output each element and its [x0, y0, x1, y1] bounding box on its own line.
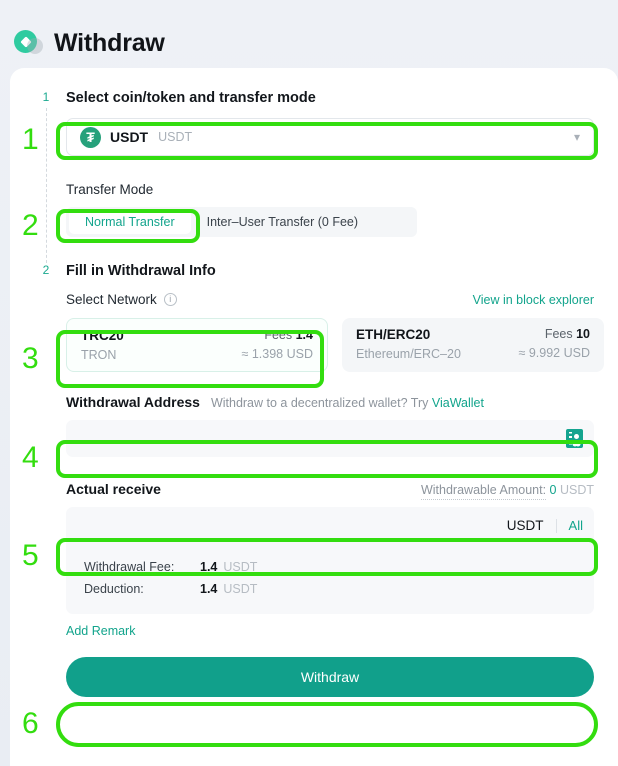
coin-symbol: USDT — [110, 129, 149, 145]
mexc-diamond-logo-icon — [14, 30, 44, 56]
withdraw-button[interactable]: Withdraw — [66, 657, 594, 697]
network-fee-prefix: Fees — [264, 328, 293, 342]
amount-input[interactable]: USDT All — [66, 507, 594, 544]
fee-key: Deduction: — [84, 582, 144, 596]
withdrawable-amount-label: Withdrawable Amount: — [420, 483, 547, 500]
network-card-eth-erc20[interactable]: ETH/ERC20 Ethereum/ERC–20 Fees 10 ≈ 9.99… — [342, 318, 604, 372]
tab-inter-user-transfer[interactable]: Inter–User Transfer (0 Fee) — [191, 210, 374, 234]
coin-select-dropdown[interactable]: ₮ USDT USDT ▾ — [66, 118, 594, 156]
add-remark-link[interactable]: Add Remark — [66, 624, 135, 638]
fee-row-withdrawal: Withdrawal Fee: 1.4 USDT — [84, 556, 576, 578]
page-title: Withdraw — [54, 28, 165, 57]
network-fee-prefix: Fees — [544, 327, 573, 341]
chevron-down-icon[interactable]: ▾ — [574, 131, 580, 143]
fee-unit: USDT — [223, 560, 258, 574]
withdrawable-amount-value: 0 — [549, 483, 557, 497]
withdrawal-address-header: Withdrawal Address Withdraw to a decentr… — [66, 394, 618, 410]
select-network-header: Select Network i View in block explorer — [66, 292, 594, 307]
fee-value: 1.4 — [200, 560, 218, 574]
fee-row-deduction: Deduction: 1.4 USDT — [84, 578, 576, 600]
actual-receive-header: Actual receive Withdrawable Amount: 0 US… — [66, 481, 594, 500]
network-fee: Fees 1.4 — [242, 328, 313, 342]
withdrawable-amount-unit: USDT — [559, 483, 594, 497]
step-section-1: 1 Select coin/token and transfer mode ₮ … — [10, 90, 618, 263]
withdrawal-address-hint: Withdraw to a decentralized wallet? Try … — [211, 396, 484, 410]
step-number-2: 2 — [42, 263, 50, 277]
network-fee-usd: ≈ 9.992 USD — [518, 346, 590, 360]
annotation-number-4: 4 — [22, 441, 39, 474]
step-heading-2: Fill in Withdrawal Info — [66, 263, 216, 279]
withdrawal-address-input[interactable] — [66, 420, 594, 457]
transfer-mode-label: Transfer Mode — [66, 182, 154, 197]
fee-value: 1.4 — [200, 582, 218, 596]
usdt-tether-icon: ₮ — [80, 126, 101, 148]
annotation-number-6: 6 — [22, 707, 39, 740]
page-header: Withdraw — [0, 0, 618, 68]
info-circle-icon[interactable]: i — [163, 293, 177, 306]
annotation-number-1: 1 — [22, 123, 39, 156]
annotation-number-5: 5 — [22, 539, 39, 572]
view-in-block-explorer-link[interactable]: View in block explorer — [473, 293, 594, 307]
network-name: ETH/ERC20 — [356, 327, 431, 342]
network-card-trc20[interactable]: TRC20 TRON Fees 1.4 ≈ 1.398 USD — [66, 318, 328, 372]
network-fee: Fees 10 — [519, 327, 590, 341]
actual-receive-label: Actual receive — [66, 481, 161, 497]
step-number-1: 1 — [42, 90, 50, 104]
network-fee-value: 10 — [576, 327, 590, 341]
tab-normal-transfer[interactable]: Normal Transfer — [69, 210, 191, 234]
hint-text: Withdraw to a decentralized wallet? Try — [210, 396, 432, 410]
coin-name: USDT — [158, 130, 193, 144]
fee-key: Withdrawal Fee: — [84, 560, 175, 574]
step-section-2: 2 Fill in Withdrawal Info Select Network… — [10, 263, 618, 697]
withdrawal-address-label: Withdrawal Address — [66, 394, 200, 410]
network-name: TRC20 — [81, 328, 124, 343]
annotation-number-2: 2 — [22, 209, 39, 242]
annotation-number-3: 3 — [22, 342, 39, 375]
logo-circle-sub — [27, 38, 43, 54]
network-fee-usd: ≈ 1.398 USD — [241, 347, 313, 361]
fee-unit: USDT — [223, 582, 258, 596]
select-network-label: Select Network — [66, 292, 157, 307]
amount-all-button[interactable]: All — [569, 518, 583, 533]
network-subname: TRON — [81, 348, 117, 362]
viawallet-link[interactable]: ViaWallet — [432, 396, 484, 410]
transfer-mode-tabs: Normal Transfer Inter–User Transfer (0 F… — [66, 207, 417, 237]
network-fee-value: 1.4 — [295, 328, 313, 342]
amount-divider — [555, 518, 557, 533]
withdrawable-amount: Withdrawable Amount: 0 USDT — [420, 483, 594, 500]
fee-summary-panel: Withdrawal Fee: 1.4 USDT Deduction: 1.4 … — [66, 544, 594, 614]
step-rail — [45, 108, 47, 263]
network-subname: Ethereum/ERC–20 — [356, 347, 461, 361]
step-heading-1: Select coin/token and transfer mode — [66, 90, 316, 106]
network-card-list: TRC20 TRON Fees 1.4 ≈ 1.398 USD ETH/ERC2… — [66, 318, 618, 372]
amount-unit-label: USDT — [506, 518, 544, 533]
withdraw-card: 1 Select coin/token and transfer mode ₮ … — [10, 68, 618, 766]
address-book-icon[interactable] — [566, 429, 583, 448]
